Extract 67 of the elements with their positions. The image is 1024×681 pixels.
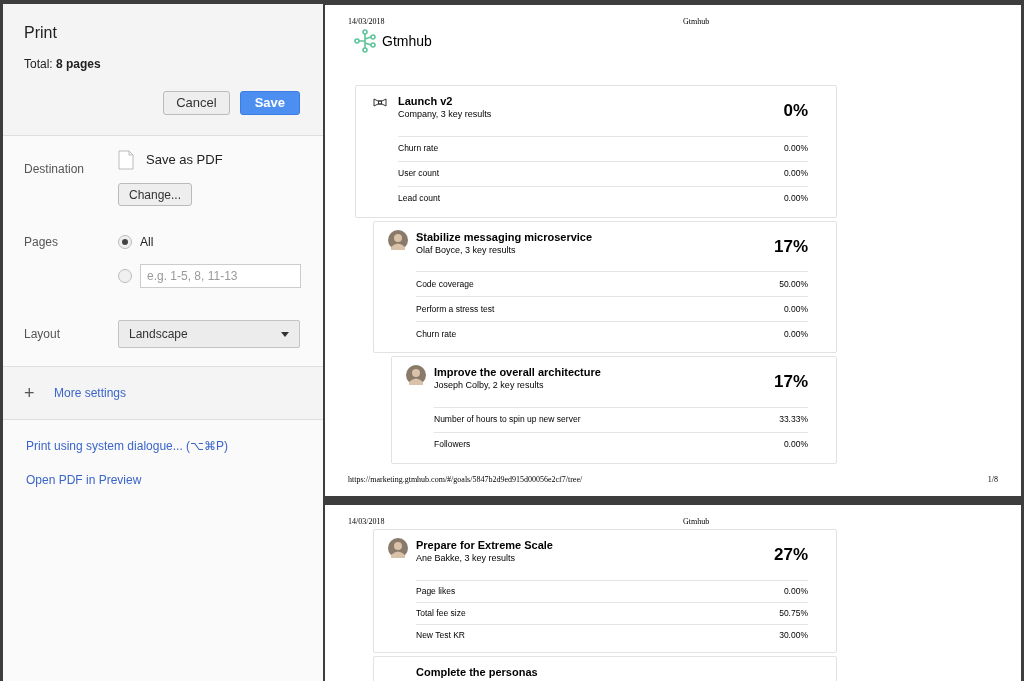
- key-result-value: 0.00%: [783, 192, 808, 205]
- dialog-title: Print: [24, 23, 58, 43]
- destination-name: Save as PDF: [146, 151, 223, 170]
- key-result-value: 0.00%: [783, 167, 808, 180]
- header-date: 14/03/2018: [348, 17, 385, 27]
- objective-subtitle: Ane Bakke, 3 key results: [416, 552, 517, 565]
- layout-label: Layout: [24, 326, 62, 343]
- document-icon: [118, 150, 134, 170]
- key-result-name: Number of hours to spin up new server: [434, 413, 581, 426]
- key-result-value: 0.00%: [783, 142, 808, 155]
- objective-title: Stabilize messaging microservice: [416, 229, 593, 244]
- more-settings-link[interactable]: More settings: [54, 384, 127, 402]
- key-result-value: 33.33%: [779, 413, 808, 426]
- key-result-value: 50.00%: [779, 277, 808, 291]
- link[interactable]: Print using system dialogue... (⌥⌘P): [26, 437, 229, 455]
- key-result-value: 0.00%: [783, 302, 808, 316]
- key-result-name: Code coverage: [416, 277, 474, 291]
- objective-percent: 27%: [773, 544, 808, 566]
- link[interactable]: Open PDF in Preview: [26, 471, 142, 489]
- plus-icon: +: [24, 379, 36, 407]
- goal-icon: [373, 98, 387, 107]
- page-number: 1/8: [987, 474, 998, 486]
- total-pages: Total: 8 pages: [24, 56, 102, 73]
- cancel-button[interactable]: Cancel: [163, 91, 230, 115]
- logo-text: Gtmhub: [382, 31, 432, 51]
- key-result-name: Lead count: [398, 192, 441, 205]
- avatar-icon: [388, 229, 408, 250]
- logo-icon: [354, 29, 376, 53]
- layout-dropdown[interactable]: Landscape: [118, 320, 300, 348]
- header-title: Gtmhub: [683, 17, 710, 27]
- pages-label: Pages: [24, 234, 60, 251]
- key-result-name: Churn rate: [416, 327, 457, 341]
- objective-title: Improve the overall architecture: [434, 365, 601, 379]
- objective-subtitle: Company, 3 key results: [398, 108, 492, 121]
- key-result-name: Churn rate: [398, 142, 439, 155]
- objective-subtitle: Joseph Colby, 2 key results: [434, 379, 545, 392]
- objective-percent: 17%: [773, 371, 808, 393]
- objective-title: Prepare for Extreme Scale: [416, 538, 553, 552]
- key-result-value: 0.00%: [783, 327, 808, 341]
- radio-button[interactable]: [118, 269, 132, 283]
- change-button[interactable]: Change...: [118, 183, 193, 206]
- objective-title: Launch v2: [398, 94, 454, 108]
- page-range-field[interactable]: e.g. 1-5, 8, 11-13: [140, 264, 301, 288]
- key-result-name: User count: [398, 167, 440, 180]
- key-result-value: 50.75%: [779, 606, 808, 620]
- footer-url: https://marketing.gtmhub.com/#/goals/5847b2d9ed915d00056e2cf7/tree/: [348, 474, 583, 486]
- avatar-icon: [406, 365, 426, 385]
- key-result-name: New Test KR: [416, 628, 465, 642]
- objective-percent: 0%: [783, 100, 808, 122]
- header-title: Gtmhub: [683, 517, 710, 527]
- objective-subtitle: Olaf Boyce, 3 key results: [416, 243, 517, 257]
- radio-label: All: [140, 234, 154, 251]
- radio-button[interactable]: [118, 235, 132, 249]
- objective-title: Complete the personas: [416, 664, 538, 679]
- avatar-icon: [388, 538, 408, 558]
- key-result-name: Page likes: [416, 584, 456, 598]
- header-date: 14/03/2018: [348, 517, 385, 527]
- key-result-value: 0.00%: [783, 438, 808, 451]
- destination-label: Destination: [24, 161, 86, 178]
- objective-percent: 17%: [773, 235, 808, 258]
- key-result-value: 30.00%: [779, 628, 808, 642]
- more-settings-toggle[interactable]: + More settings: [3, 367, 323, 420]
- caret-icon: [281, 331, 289, 337]
- key-result-name: Perform a stress test: [416, 302, 495, 316]
- key-result-name: Total fee size: [416, 606, 466, 620]
- key-result-name: Followers: [434, 438, 471, 451]
- key-result-value: 0.00%: [783, 584, 808, 598]
